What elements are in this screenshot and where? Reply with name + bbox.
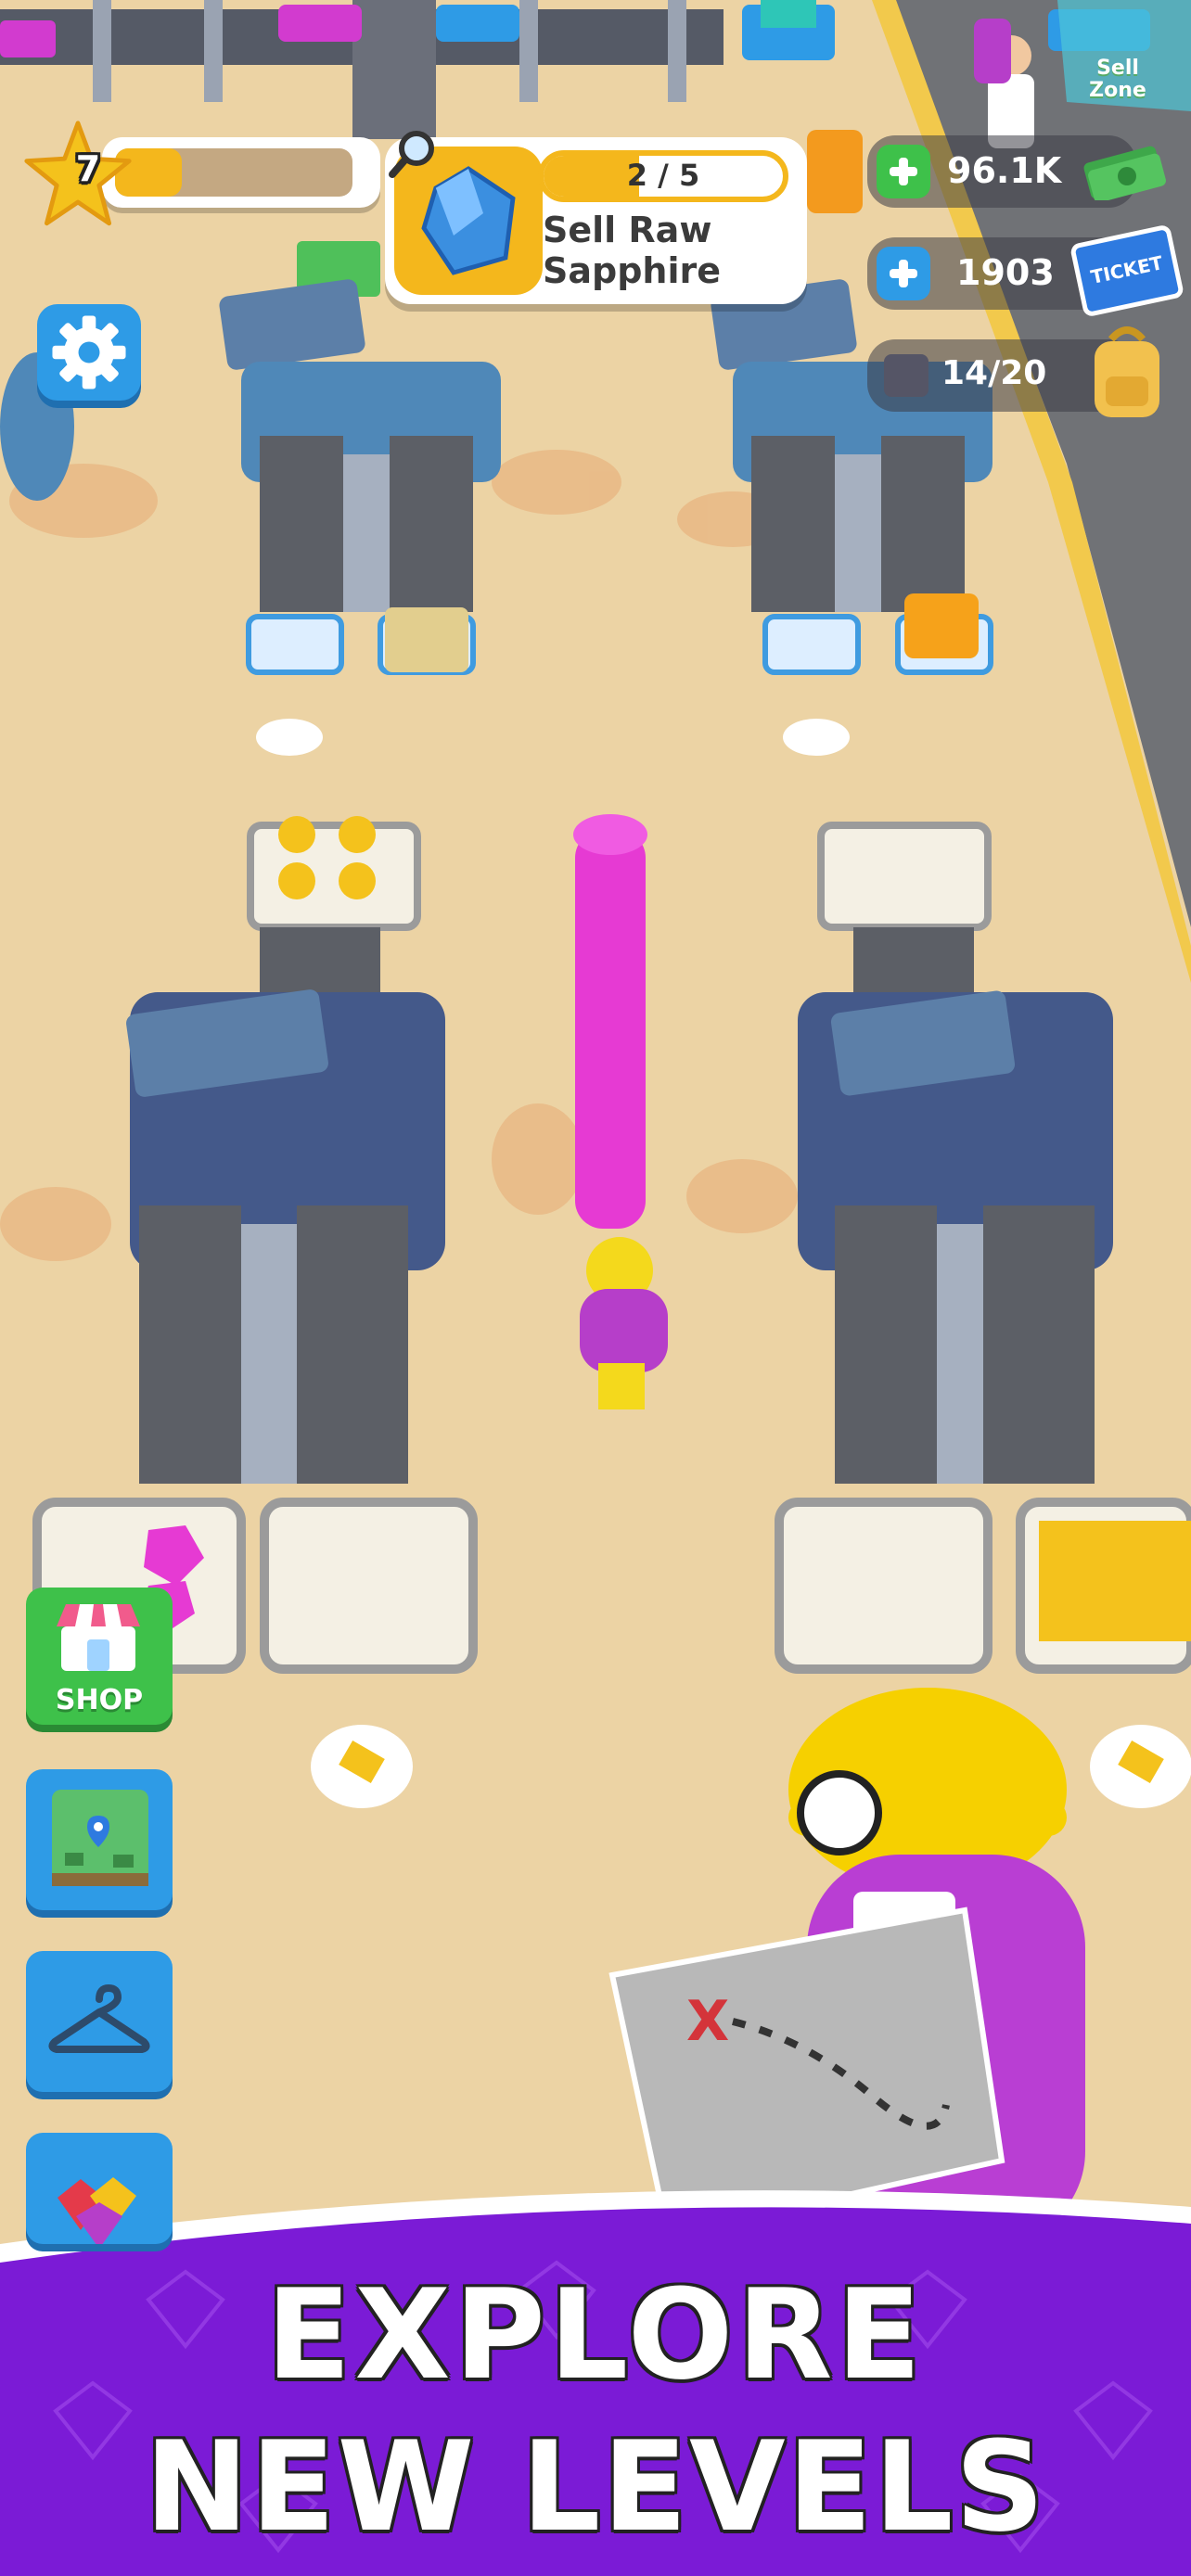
cash-value: 96.1K [947, 150, 1062, 191]
plus-icon[interactable] [877, 145, 930, 198]
shop-icon [52, 1599, 145, 1673]
sell-zone-label: Sell Zone [1089, 57, 1146, 102]
ticket-icon-label: TICKET [1088, 251, 1165, 288]
map-icon [52, 1790, 148, 1886]
settings-button[interactable] [37, 304, 141, 401]
hanger-icon [48, 1984, 150, 2053]
quest-card[interactable]: 2 / 5 Sell Raw Sapphire [385, 131, 807, 304]
quest-title-line1: Sell Raw [543, 210, 712, 250]
plus-icon[interactable] [877, 247, 930, 300]
gems-icon [58, 2177, 136, 2244]
quest-title: Sell Raw Sapphire [543, 210, 802, 291]
jewelry-pile [385, 607, 468, 672]
map-button[interactable] [26, 1769, 173, 1910]
cash-stack-icon [1081, 135, 1169, 203]
ticket-value: 1903 [956, 252, 1055, 293]
level-number: 7 [75, 148, 101, 189]
gem-stack [573, 814, 647, 1229]
banner-title-line1: EXPLORE [265, 2263, 926, 2407]
banner-title-line2: NEW LEVELS [144, 2415, 1047, 2559]
level-panel: 7 [24, 121, 380, 226]
wardrobe-button[interactable] [26, 1951, 173, 2092]
gear-box-icon [884, 354, 928, 397]
xp-bar [102, 137, 380, 208]
quest-title-line2: Sapphire [543, 250, 722, 291]
shop-button[interactable]: SHOP [26, 1588, 173, 1725]
svg-text:X: X [686, 1989, 729, 2054]
gear-icon [52, 315, 126, 389]
shop-label: SHOP [55, 1684, 144, 1716]
capacity-value: 14/20 [941, 354, 1047, 392]
gems-button[interactable] [26, 2133, 173, 2244]
magnifier-icon [385, 126, 441, 182]
quest-progress-text: 2 / 5 [626, 158, 700, 193]
backpack-icon [1085, 321, 1169, 423]
quest-progress-bar: 2 / 5 [538, 150, 788, 202]
